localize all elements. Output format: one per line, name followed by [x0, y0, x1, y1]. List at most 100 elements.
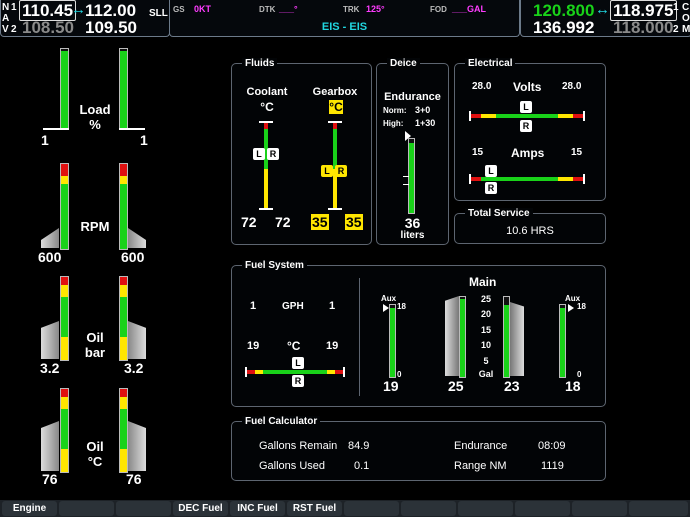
softkey-8[interactable] [401, 501, 456, 516]
rpm-label: RPM [80, 219, 110, 234]
com2-active-frequency[interactable]: 136.992 [533, 18, 594, 38]
softkey-11[interactable] [572, 501, 627, 516]
nav-identifier: SLL [149, 8, 168, 19]
softkey-10[interactable] [515, 501, 570, 516]
dtk-label: DTK [259, 5, 276, 14]
volts-bar [471, 114, 583, 118]
com2-standby-frequency[interactable]: 118.000 [613, 18, 674, 38]
deice-norm-value: 3+0 [415, 105, 431, 115]
amps-right-value: 15 [571, 147, 583, 158]
com-frequency-box[interactable]: 120.800 ↔ 118.975 136.992 118.000 1 2 CO… [520, 0, 690, 37]
swap-arrow-icon[interactable]: ↔ [71, 1, 86, 18]
gallons-used-value: 0.1 [354, 460, 370, 472]
main-scale: 25 20 15 10 5 Gal [478, 294, 494, 380]
volts-right-value: 28.0 [562, 81, 582, 92]
range-label: Range NM [454, 460, 507, 472]
com-label: COM [682, 2, 690, 35]
electrical-title: Electrical [465, 58, 516, 69]
nav-label: NAV [2, 2, 10, 35]
softkey-inc-fuel[interactable]: INC Fuel [230, 501, 285, 516]
top-bar: NAV 1 2 110.45 ↔ 112.00 108.50 109.50 SL… [0, 0, 690, 38]
amps-bar [471, 177, 583, 181]
main-right-bar [503, 296, 510, 378]
oil-temp-label: Oil °C [86, 439, 104, 469]
volts-label: Volts [513, 80, 542, 94]
oil-temp-left-bar [60, 388, 69, 473]
coolant-unit: °C [260, 100, 274, 114]
aux-right-bar [559, 304, 566, 378]
rpm-left-value: 600 [38, 249, 62, 265]
coolant-bottom-tick [259, 208, 273, 210]
softkey-3[interactable] [116, 501, 171, 516]
nav-num-1: 1 [11, 2, 17, 13]
aux-right-pointer-icon [568, 304, 574, 312]
oil-temp-left-value: 76 [42, 471, 58, 487]
fluids-panel: Fluids Coolant °C Gearbox °C L R L R 72 … [231, 58, 372, 245]
oil-pressure-right-bar [119, 276, 128, 361]
aux-left-value: 19 [383, 378, 399, 394]
gs-label: GS [173, 5, 185, 14]
volts-left-value: 28.0 [472, 81, 492, 92]
coolant-right-value: 72 [275, 214, 291, 230]
aux-left-label: Aux [381, 294, 397, 303]
deice-tick [403, 176, 409, 177]
softkey-dec-fuel[interactable]: DEC Fuel [173, 501, 228, 516]
softkey-rst-fuel[interactable]: RST Fuel [287, 501, 342, 516]
fuel-calculator-panel: Fuel Calculator Gallons Remain 84.9 Gall… [231, 416, 606, 481]
softkey-7[interactable] [344, 501, 399, 516]
gallons-used-label: Gallons Used [259, 460, 326, 472]
gearbox-left-value: 35 [311, 214, 329, 230]
main-left-bar [459, 296, 466, 378]
deice-norm-label: Norm: [383, 106, 407, 115]
com-num-2: 2 [673, 24, 679, 35]
gearbox-unit: °C [329, 100, 343, 114]
gearbox-right-value: 35 [345, 214, 363, 230]
total-service-panel: Total Service 10.6 HRS [454, 208, 606, 244]
oil-pressure-label: Oil bar [84, 330, 106, 360]
trk-label: TRK [343, 5, 360, 14]
fuel-flow-right-value: 1 [329, 300, 336, 312]
fluids-title: Fluids [242, 58, 278, 69]
engine-gauges: Load% 1 1 RPM 600 600 Oil bar 3.2 3.2 Oi… [0, 38, 225, 500]
nav-num-2: 2 [11, 24, 17, 35]
deice-quantity-unit: liters [400, 230, 425, 241]
nav-frequency-box[interactable]: NAV 1 2 110.45 ↔ 112.00 108.50 109.50 SL… [0, 0, 170, 37]
fod-label: FOD [430, 5, 447, 14]
data-bar: GS 0KT DTK ___° TRK 125° FOD ___GAL EIS … [169, 0, 520, 37]
softkey-engine[interactable]: Engine [2, 501, 57, 516]
rpm-left-bar [60, 163, 69, 250]
coolant-left-value: 72 [241, 214, 257, 230]
gearbox-label: Gearbox [312, 86, 358, 98]
trk-value: 125° [366, 4, 385, 14]
aux-right-value: 18 [565, 378, 581, 394]
endurance-value: 08:09 [538, 440, 566, 452]
oil-pressure-left-pointer [41, 321, 59, 359]
oil-pressure-right-pointer [128, 321, 146, 359]
softkey-12[interactable] [629, 501, 688, 516]
amps-label: Amps [511, 146, 545, 160]
nav2-active-frequency[interactable]: 108.50 [22, 18, 74, 38]
gallons-remain-value: 84.9 [348, 440, 370, 452]
load-right-bar [119, 48, 128, 130]
nav2-standby-frequency[interactable]: 109.50 [85, 18, 137, 38]
oil-pressure-left-bar [60, 276, 69, 361]
load-right-value: 1 [140, 132, 148, 148]
fuel-flow-left-value: 1 [250, 300, 257, 312]
deice-title: Deice [387, 58, 420, 69]
load-left-baseline [43, 128, 69, 130]
main-right-value: 23 [504, 378, 520, 394]
load-right-baseline [119, 128, 145, 130]
softkey-2[interactable] [59, 501, 114, 516]
softkey-9[interactable] [458, 501, 513, 516]
com-swap-arrow-icon[interactable]: ↔ [595, 1, 610, 18]
fuel-temp-unit: °C [287, 339, 301, 353]
amps-left-value: 15 [472, 147, 484, 158]
fuel-system-panel: Fuel System 1 GPH 1 19 °C 19 L R Main Au… [231, 260, 606, 407]
main-left-value: 25 [448, 378, 464, 394]
endurance-label: Endurance [454, 440, 508, 452]
fuel-system-divider [359, 278, 360, 396]
softkey-bar: Engine DEC Fuel INC Fuel RST Fuel [0, 500, 690, 517]
deice-endurance-label: Endurance [384, 91, 441, 103]
coolant-label: Coolant [246, 86, 288, 98]
oil-pressure-left-value: 3.2 [40, 360, 60, 376]
